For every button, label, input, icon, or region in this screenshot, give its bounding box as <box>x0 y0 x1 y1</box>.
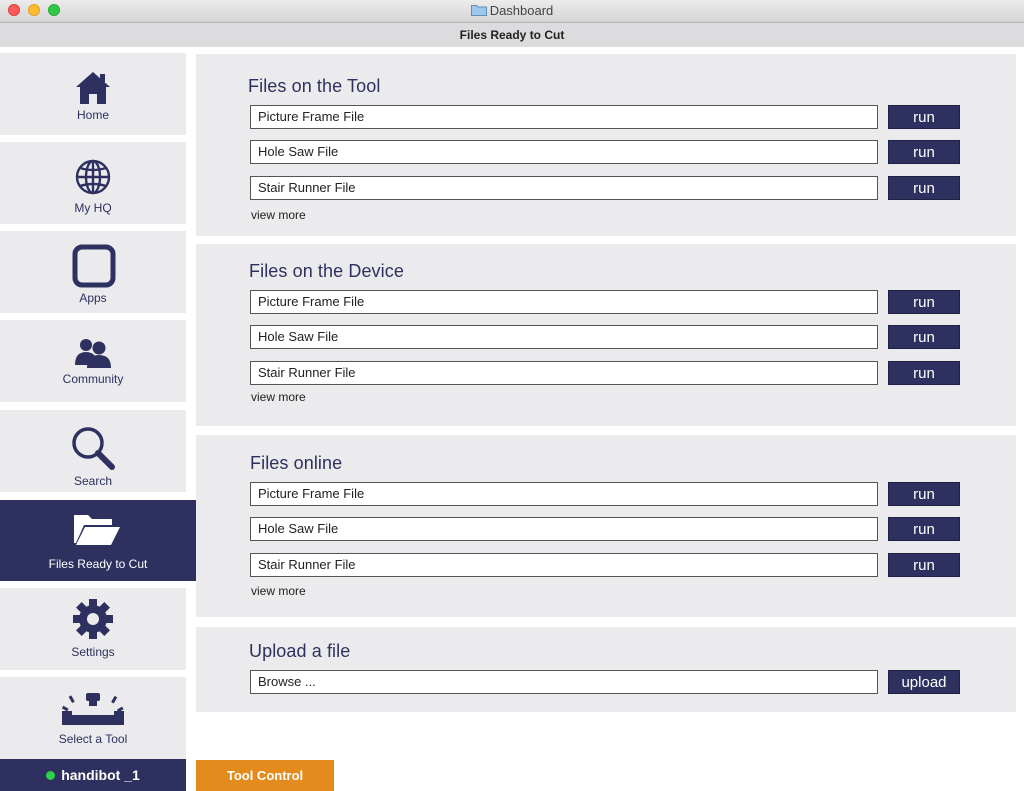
sidebar-item-search[interactable]: Search <box>0 410 186 492</box>
file-row[interactable]: Stair Runner File <box>250 553 878 577</box>
section-title: Files on the Device <box>249 261 404 281</box>
sidebar-item-label: My HQ <box>74 201 112 215</box>
apps-icon <box>72 244 116 288</box>
view-more-link[interactable]: view more <box>251 584 306 598</box>
run-button[interactable]: run <box>888 140 960 164</box>
file-row[interactable]: Stair Runner File <box>250 176 878 200</box>
tool-status-label: handibot _1 <box>61 767 140 783</box>
run-button[interactable]: run <box>888 105 960 129</box>
section-title: Files online <box>250 453 343 473</box>
file-row[interactable]: Hole Saw File <box>250 517 878 541</box>
status-indicator-icon <box>46 771 56 780</box>
community-icon <box>75 339 111 368</box>
sidebar-item-label: Community <box>62 372 124 386</box>
tool-icon <box>61 693 124 725</box>
folder-open-icon <box>74 515 120 545</box>
upload-panel: Upload a file Browse ... upload <box>196 627 1016 712</box>
upload-button[interactable]: upload <box>888 670 960 694</box>
sidebar-item-label: Select a Tool <box>58 732 128 746</box>
files-on-tool-panel: Files on the Tool Picture Frame File run… <box>196 54 1016 236</box>
home-icon <box>76 72 110 104</box>
sidebar-item-files-ready-to-cut[interactable]: Files Ready to Cut <box>0 500 196 581</box>
sidebar-item-apps[interactable]: Apps <box>0 231 186 313</box>
run-button[interactable]: run <box>888 482 960 506</box>
page-title: Files Ready to Cut <box>0 23 1024 47</box>
sidebar-item-label: Files Ready to Cut <box>48 557 148 571</box>
file-row[interactable]: Stair Runner File <box>250 361 878 385</box>
files-online-panel: Files online Picture Frame File run Hole… <box>196 435 1016 617</box>
window-title: Dashboard <box>0 3 1024 18</box>
browse-file-input[interactable]: Browse ... <box>250 670 878 694</box>
sidebar-item-community[interactable]: Community <box>0 320 186 402</box>
gear-icon <box>73 599 113 639</box>
view-more-link[interactable]: view more <box>251 390 306 404</box>
file-row[interactable]: Hole Saw File <box>250 325 878 349</box>
run-button[interactable]: run <box>888 290 960 314</box>
sidebar-item-label: Search <box>73 474 113 488</box>
window-titlebar: Dashboard <box>0 0 1024 23</box>
run-button[interactable]: run <box>888 325 960 349</box>
sidebar-item-label: Settings <box>71 645 115 659</box>
window-title-text: Dashboard <box>489 3 554 18</box>
view-more-link[interactable]: view more <box>251 208 306 222</box>
tool-status: handibot _1 <box>0 759 186 791</box>
sidebar-item-settings[interactable]: Settings <box>0 588 186 670</box>
folder-icon <box>470 5 487 16</box>
section-title: Files on the Tool <box>248 76 381 96</box>
sidebar-item-label: Home <box>76 108 109 122</box>
sidebar-item-my-hq[interactable]: My HQ <box>0 142 186 224</box>
tool-control-button[interactable]: Tool Control <box>196 760 334 791</box>
run-button[interactable]: run <box>888 361 960 385</box>
search-icon <box>72 427 115 470</box>
sidebar-item-home[interactable]: Home <box>0 53 186 135</box>
globe-icon <box>75 159 111 195</box>
run-button[interactable]: run <box>888 553 960 577</box>
file-row[interactable]: Picture Frame File <box>250 105 878 129</box>
run-button[interactable]: run <box>888 176 960 200</box>
file-row[interactable]: Hole Saw File <box>250 140 878 164</box>
file-row[interactable]: Picture Frame File <box>250 290 878 314</box>
section-title: Upload a file <box>249 641 351 661</box>
sidebar-item-label: Apps <box>79 291 107 305</box>
file-row[interactable]: Picture Frame File <box>250 482 878 506</box>
run-button[interactable]: run <box>888 517 960 541</box>
files-on-device-panel: Files on the Device Picture Frame File r… <box>196 244 1016 426</box>
sidebar-item-select-a-tool[interactable]: Select a Tool <box>0 677 186 759</box>
